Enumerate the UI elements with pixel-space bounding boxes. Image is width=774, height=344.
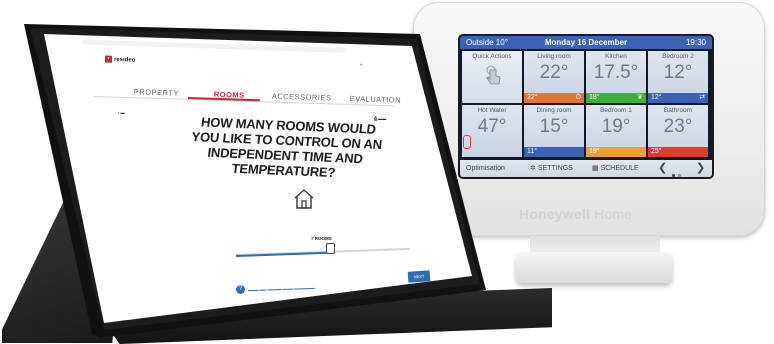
tab-evaluation[interactable]: EVALUATION [350,94,402,105]
rooms-count-label: 7 ROOMS [311,236,332,241]
logo-mark-icon: r [104,55,113,63]
back-link[interactable]: ‹ ▬ [118,110,124,115]
menu-icon[interactable]: ≡ [360,62,362,67]
question-heading: HOW MANY ROOMS WOULD YOU LIKE TO CONTROL… [190,114,383,181]
tab-property[interactable]: PROPERTY [134,87,179,97]
print-link[interactable]: ⎙ ▬▬ [374,116,386,121]
product-photo-scene: Honeywell Home Outside 10° Monday 16 Dec… [0,0,774,344]
tab-accessories[interactable]: ACCESSORIES [272,92,332,103]
next-button[interactable]: NEXT [407,270,431,283]
house-icon [294,189,314,209]
rooms-slider-handle[interactable] [326,243,335,254]
resideo-logo: r resideo [104,55,136,64]
help-icon[interactable]: ? [236,285,245,294]
